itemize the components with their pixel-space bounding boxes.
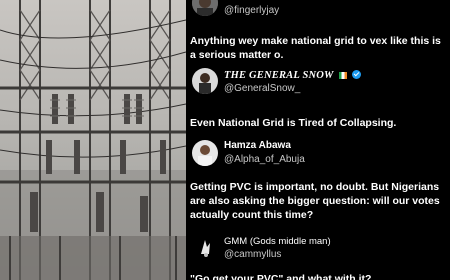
avatar-photo-icon <box>192 68 218 94</box>
substation-photo <box>0 0 186 280</box>
post-author-name[interactable]: THE GENERAL SNOW <box>224 70 362 81</box>
post-handle[interactable]: @fingerlyjay <box>224 5 279 16</box>
avatar[interactable] <box>192 68 218 94</box>
avatar[interactable] <box>192 234 218 260</box>
post-author-name[interactable]: GMM (Gods middle man) <box>224 236 331 247</box>
post-text: Anything wey make national grid to vex l… <box>190 35 441 61</box>
post-text: "Go get your PVC" and what with it? <box>190 273 372 280</box>
avatar[interactable] <box>192 140 218 166</box>
post-handle[interactable]: @GeneralSnow_ <box>224 83 300 94</box>
author-name: THE GENERAL SNOW <box>224 70 334 81</box>
post-text: Getting PVC is important, no doubt. But … <box>190 181 440 221</box>
avatar[interactable] <box>192 0 218 16</box>
post-author-name[interactable]: Hamza Abawa <box>224 140 291 151</box>
avatar-photo-icon <box>192 140 218 166</box>
post-handle[interactable]: @Alpha_of_Abuja <box>224 154 305 165</box>
post-handle[interactable]: @cammyllus <box>224 249 281 260</box>
avatar-photo-icon <box>192 0 218 16</box>
substation-illustration <box>0 0 186 280</box>
post-text: Even National Grid is Tired of Collapsin… <box>190 117 397 129</box>
reply-thread: @fingerlyjay Anything wey make national … <box>186 0 450 280</box>
nigeria-flag-icon <box>339 72 348 79</box>
verified-badge-icon <box>352 70 362 79</box>
avatar-photo-icon <box>192 234 218 260</box>
